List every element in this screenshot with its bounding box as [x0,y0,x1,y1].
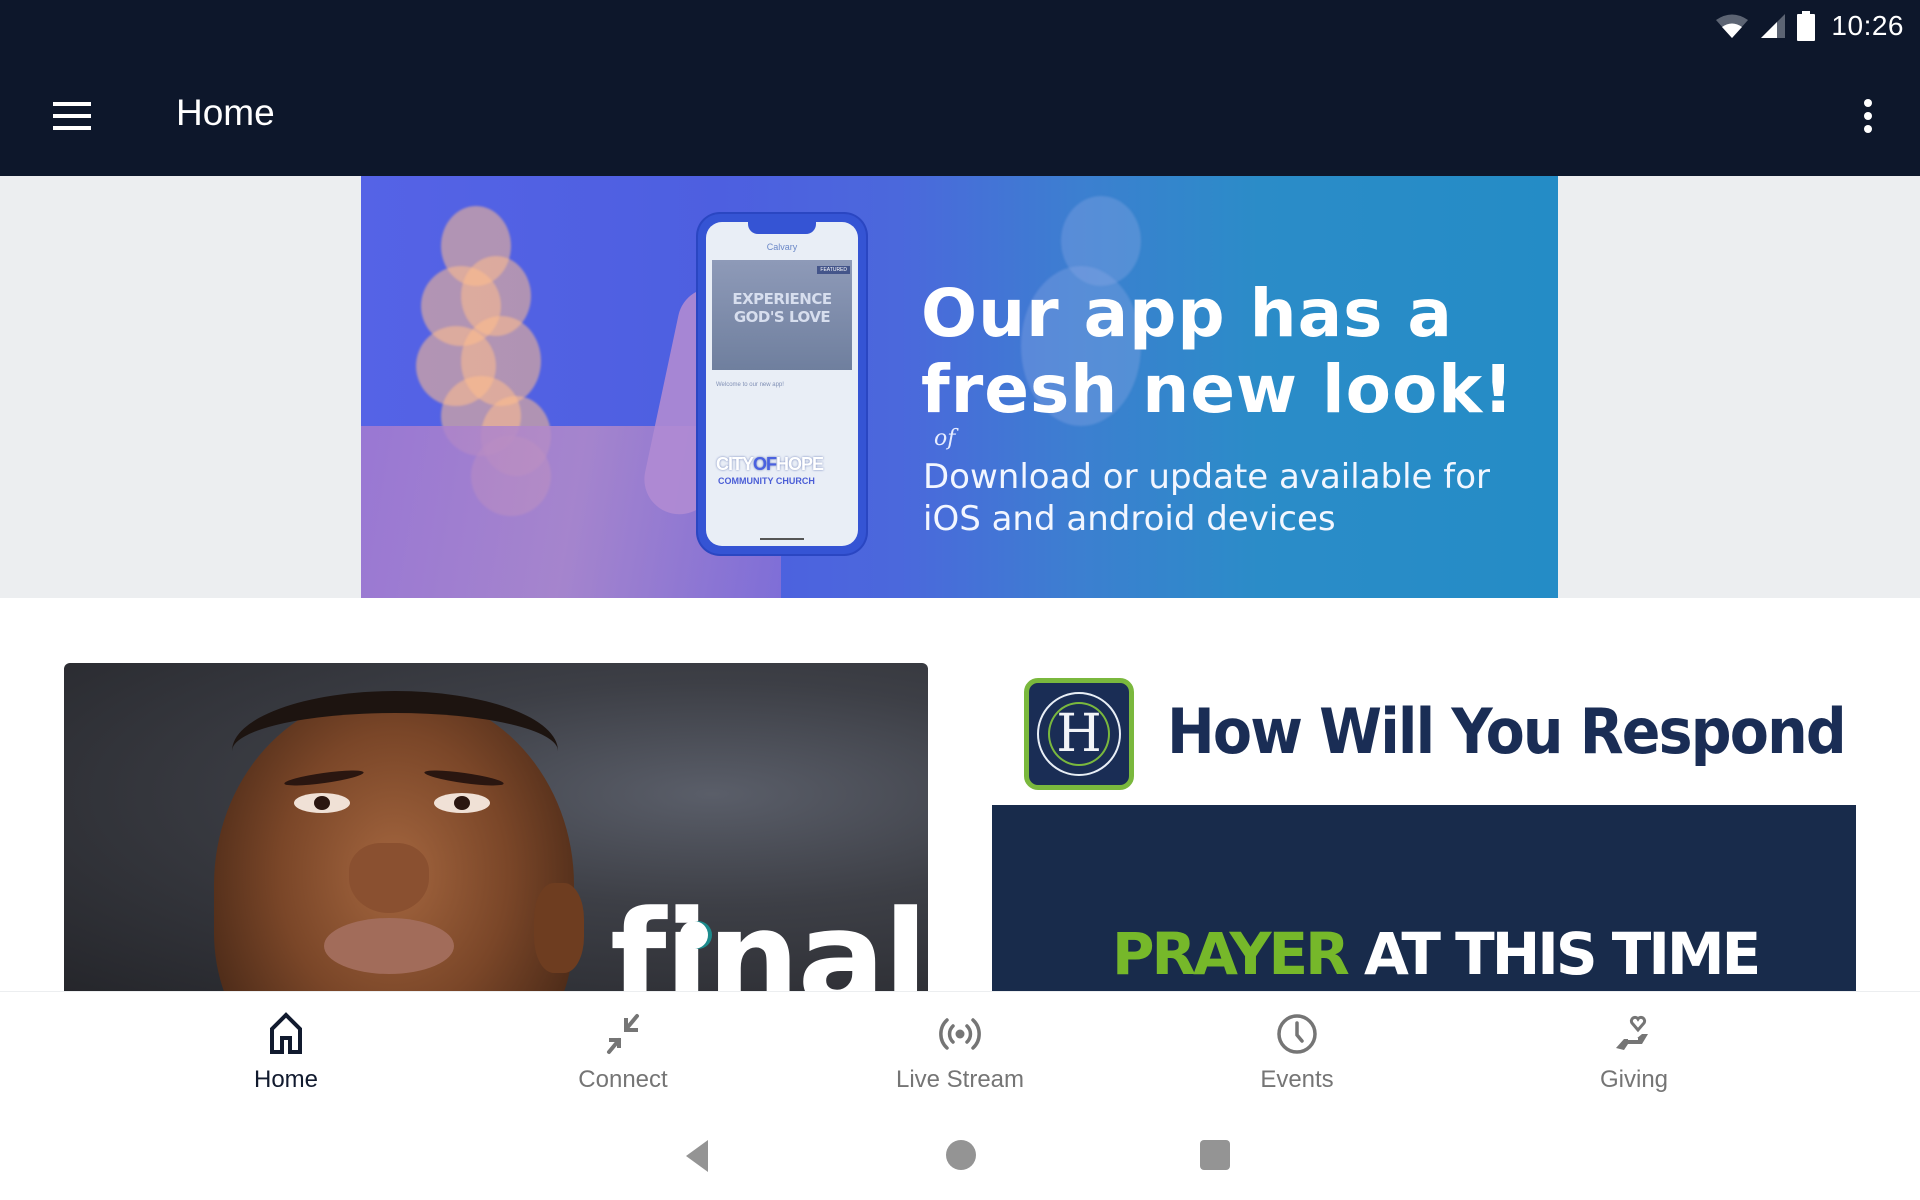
bottom-navigation: Home Connect Live Stream Events Giving [0,991,1920,1110]
phone-welcome: Welcome to our new app! [716,382,784,388]
church-logo-text: CITYOFHOPE [716,454,824,475]
final-dot-accent [680,921,708,949]
more-vert-icon[interactable] [1852,90,1884,142]
promo-banner[interactable]: Calvary EXPERIENCE GOD'S LOVE FEATURED W… [361,176,1558,598]
nav-label: Giving [1599,1066,1669,1093]
lips [324,918,454,974]
status-time: 10:26 [1831,10,1904,41]
live-stream-icon [939,1018,981,1050]
battery-icon [1797,11,1816,41]
subtitle-white: AT THIS TIME [1364,920,1761,988]
dot [1864,112,1872,120]
giving-hand-heart-icon [1616,1015,1648,1050]
church-hope: HOPE [776,454,824,474]
system-navigation-bar [0,1110,1920,1200]
church-of: OF [753,454,777,474]
phone-screen: Calvary EXPERIENCE GOD'S LOVE FEATURED W… [706,222,858,546]
phone-hero-image: EXPERIENCE GOD'S LOVE [712,260,852,370]
phone-mockup: Calvary EXPERIENCE GOD'S LOVE FEATURED W… [698,214,866,554]
headline-line-2: fresh new look! [921,351,1515,428]
logo-letter: H [1056,704,1102,764]
menu-line [53,126,91,130]
hair [232,691,558,811]
banner-headline: Our app has a fresh new look! [921,276,1514,428]
nav-item-giving[interactable]: Giving [1466,992,1803,1110]
phone-hero-text: EXPERIENCE GOD'S LOVE [712,290,852,326]
cellular-signal-icon [1761,14,1786,38]
dot [1864,99,1872,107]
phone-home-indicator [760,538,804,540]
banner-subtext: Download or update available for iOS and… [923,456,1490,540]
app-bar: Home [0,56,1920,176]
recents-square-icon[interactable] [1200,1140,1230,1170]
banner-strip: Calvary EXPERIENCE GOD'S LOVE FEATURED W… [0,176,1920,598]
h-logo-icon: H [1024,678,1134,790]
top-bar: 10:26 Home [0,0,1920,176]
nav-label: Connect [578,1066,668,1093]
status-bar: 10:26 [1715,4,1904,48]
subtext-line-2: iOS and android devices [923,499,1336,539]
content-card-how-will-you-respond[interactable]: H How Will You Respond PRAYER AT THIS TI… [992,663,1856,991]
ear [534,883,584,973]
church-subtitle: COMMUNITY CHURCH [718,476,815,486]
menu-line [53,114,91,118]
nav-label: Events [1260,1066,1334,1093]
dot [1864,125,1872,133]
featured-tag: FEATURED [817,266,850,274]
back-icon[interactable] [686,1140,708,1172]
menu-line [53,102,91,106]
clock-icon [1277,1014,1317,1054]
page-title: Home [176,92,275,133]
nose [349,843,429,913]
hero-line-1: EXPERIENCE [732,290,832,308]
hamburger-menu-icon[interactable] [40,86,104,146]
nav-item-live-stream[interactable]: Live Stream [792,992,1129,1110]
home-icon [270,1012,302,1054]
card-header: H How Will You Respond [992,663,1856,805]
wifi-icon [1716,14,1749,38]
subtitle-green: PRAYER [1112,920,1350,988]
phone-brand: Calvary [766,242,798,252]
nav-label: Live Stream [895,1066,1025,1093]
phone-notch [748,222,816,234]
content-card-final[interactable]: final [64,663,928,991]
final-title: final [610,882,928,991]
nav-item-connect[interactable]: Connect [455,992,792,1110]
connect-arrows-icon [607,1014,639,1054]
headline-line-1: Our app has a [921,275,1453,352]
subtext-line-1: Download or update available for [923,457,1491,497]
home-circle-icon[interactable] [946,1140,976,1170]
card-title: How Will You Respond [1167,695,1847,768]
banner-of-mark: of [934,426,956,451]
church-city: CITY [716,454,754,474]
nav-label: Home [253,1066,319,1093]
nav-item-home[interactable]: Home [118,992,455,1110]
card-subtitle: PRAYER AT THIS TIME [1112,920,1761,988]
card-body: PRAYER AT THIS TIME [992,805,1856,991]
nav-item-events[interactable]: Events [1129,992,1466,1110]
hero-line-2: GOD'S LOVE [733,308,831,326]
